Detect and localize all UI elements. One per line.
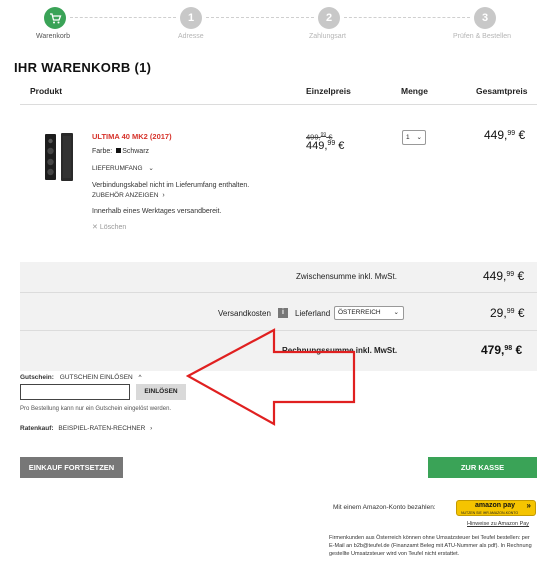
color-value: Schwarz <box>122 148 150 155</box>
installment-link[interactable]: BEISPIEL-RATEN-RECHNER <box>58 425 145 432</box>
invoice-currency: € <box>515 343 523 357</box>
line-total-currency: € <box>518 128 526 142</box>
unit-price-currency: € <box>338 140 345 152</box>
line-total-cents: 99 <box>507 130 516 137</box>
unit-price: 449,99 € <box>306 140 344 152</box>
step-label-review: Prüfen & Bestellen <box>453 33 511 40</box>
installment-row: Ratenkauf: BEISPIEL-RATEN-RECHNER › <box>20 425 152 432</box>
delete-label: Löschen <box>99 224 127 231</box>
chevron-up-icon: ^ <box>138 374 142 381</box>
accessory-link[interactable]: ZUBEHÖR ANZEIGEN <box>92 192 158 199</box>
step-address: 1 <box>180 7 202 29</box>
color-label: Farbe: <box>92 148 113 155</box>
shipping-currency: € <box>517 306 525 320</box>
step-label-cart: Warenkorb <box>36 33 70 40</box>
old-price-cents: 99 <box>320 132 327 138</box>
shipping-cents: 99 <box>506 308 515 315</box>
col-product: Produkt <box>30 86 63 96</box>
summary-divider <box>20 292 537 293</box>
step-label-payment: Zahlungsart <box>309 33 346 40</box>
subtotal-cents: 99 <box>506 271 515 278</box>
delete-button[interactable]: ✕ Löschen <box>92 223 126 231</box>
line-total: 449,99 € <box>484 128 525 142</box>
scope-label: LIEFERUMFANG <box>92 165 143 172</box>
chevron-right-icon: › <box>150 425 153 432</box>
col-quantity: Menge <box>401 86 428 96</box>
chevron-double-right-icon: » <box>526 501 531 510</box>
voucher-row: Gutschein: GUTSCHEIN EINLÖSEN ^ <box>20 374 142 381</box>
step-label-address: Adresse <box>178 33 204 40</box>
header-divider <box>20 104 537 105</box>
unit-price-cents: 99 <box>327 140 336 147</box>
shipping-main: 29, <box>490 306 507 320</box>
amazon-pay-text: Mit einem Amazon-Konto bezahlen: <box>333 504 436 511</box>
red-arrow-annotation <box>186 328 356 426</box>
product-color: Farbe: Schwarz <box>92 148 149 155</box>
voucher-input[interactable] <box>20 384 130 400</box>
close-icon: ✕ <box>92 224 98 231</box>
col-total-price: Gesamtpreis <box>476 86 528 96</box>
step-review: 3 <box>474 7 496 29</box>
subtotal-value: 449,99 € <box>483 269 524 283</box>
subtotal-main: 449, <box>483 269 507 283</box>
business-customer-note: Firmenkunden aus Österreich können ohne … <box>329 535 532 557</box>
amazon-pay-label: amazon pay <box>475 502 516 509</box>
quantity-value: 1 <box>406 134 410 141</box>
subtotal-label: Zwischensumme inkl. MwSt. <box>296 272 397 281</box>
invoice-cents: 98 <box>504 345 513 352</box>
shipping-value: 29,99 € <box>490 306 525 320</box>
shipping-ready-note: Innerhalb eines Werktages versandbereit. <box>92 208 222 215</box>
subtotal-currency: € <box>517 269 525 283</box>
country-value: ÖSTERREICH <box>338 309 381 316</box>
chevron-down-icon: ⌄ <box>393 309 399 316</box>
chevron-right-icon: › <box>162 192 165 199</box>
line-total-main: 449, <box>484 128 508 142</box>
amazon-pay-subtitle: NUTZEN SIE IHR AMAZON-KONTO <box>461 511 519 515</box>
step-cart <box>44 7 66 29</box>
continue-shopping-button[interactable]: EINKAUF FORTSETZEN <box>20 457 123 478</box>
step-payment: 2 <box>318 7 340 29</box>
invoice-total: 479,98 € <box>481 343 522 357</box>
invoice-main: 479, <box>481 343 505 357</box>
col-unit-price: Einzelpreis <box>306 86 351 96</box>
cable-note: Verbindungskabel nicht im Lieferumfang e… <box>92 181 252 201</box>
step-connector <box>70 17 176 18</box>
voucher-toggle[interactable]: GUTSCHEIN EINLÖSEN <box>60 374 133 381</box>
amazon-pay-hint-link[interactable]: Hinweise zu Amazon Pay <box>467 521 529 527</box>
voucher-note: Pro Bestellung kann nur ein Gutschein ei… <box>20 406 172 412</box>
chevron-down-icon: ⌄ <box>416 134 422 141</box>
amazon-pay-button[interactable]: amazon pay » NUTZEN SIE IHR AMAZON-KONTO <box>456 500 536 516</box>
step-connector <box>344 17 470 18</box>
installment-label: Ratenkauf: <box>20 425 54 432</box>
cable-note-text: Verbindungskabel nicht im Lieferumfang e… <box>92 182 250 189</box>
color-swatch <box>116 148 122 153</box>
page-title: IHR WARENKORB (1) <box>14 60 152 75</box>
voucher-submit-button[interactable]: EINLÖSEN <box>136 384 186 400</box>
scope-toggle[interactable]: LIEFERUMFANG ⌄ <box>92 164 154 172</box>
product-image[interactable] <box>42 132 76 182</box>
cart-icon <box>50 13 62 24</box>
voucher-label: Gutschein: <box>20 374 54 381</box>
step-connector <box>206 17 314 18</box>
checkout-button[interactable]: ZUR KASSE <box>428 457 537 478</box>
product-name-link[interactable]: ULTIMA 40 MK2 (2017) <box>92 132 172 141</box>
unit-price-main: 449, <box>306 140 328 152</box>
quantity-select[interactable]: 1 ⌄ <box>402 130 426 145</box>
chevron-down-icon: ⌄ <box>148 165 154 172</box>
